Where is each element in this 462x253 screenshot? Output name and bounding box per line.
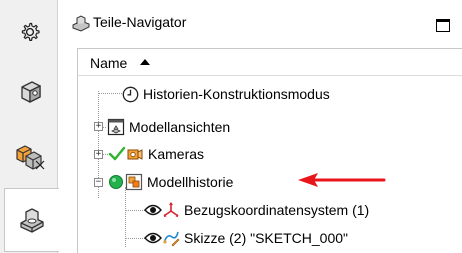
part-navigator-button[interactable] [4, 188, 59, 252]
panel-title: Teile-Navigator [93, 14, 187, 30]
part-navigator-panel: Teile-Navigator Name Historien-Konstrukt… [62, 0, 462, 253]
part-navigator-icon [20, 208, 44, 233]
datum-csys-icon [162, 201, 180, 219]
tree-item-cameras[interactable]: Kameras [108, 142, 204, 166]
tree-item-sketch[interactable]: Skizze (2) "SKETCH_000" [144, 226, 348, 250]
part-cube-icon [21, 81, 41, 104]
expand-icon[interactable]: + [94, 122, 103, 131]
sort-ascending-icon [140, 59, 150, 65]
tree-connector [125, 238, 145, 239]
tree-item-datum-csys[interactable]: Bezugskoordinatensystem (1) [144, 198, 369, 222]
clock-icon [121, 85, 139, 103]
model-views-icon [107, 118, 125, 136]
tree-view[interactable]: Name Historien-Konstruktionsmodus + Mode… [77, 48, 462, 253]
part-navigator-title-icon [72, 15, 90, 32]
panel-titlebar: Teile-Navigator [62, 10, 462, 38]
tree-item-model-history[interactable]: Modellhistorie [107, 170, 233, 194]
tree-item-label: Modellansichten [129, 119, 231, 135]
green-dot-icon [107, 173, 125, 191]
gear-icon [21, 22, 40, 41]
assembly-button[interactable] [10, 136, 50, 176]
tree-connector [125, 210, 145, 211]
column-header-name[interactable]: Name [78, 49, 462, 76]
tree-connector [98, 93, 122, 94]
tree-item-model-views[interactable]: Modellansichten [107, 115, 230, 139]
part-button[interactable] [10, 72, 50, 112]
tree-item-label: Kameras [148, 146, 205, 162]
collapse-icon[interactable]: − [94, 178, 103, 187]
model-history-icon [125, 173, 143, 191]
assembly-icon [16, 145, 45, 170]
tree-item-label: Bezugskoordinatensystem (1) [184, 202, 370, 218]
tree-item-label: Historien-Konstruktionsmodus [143, 86, 330, 102]
maximize-icon[interactable] [436, 19, 450, 32]
tree-item-history-mode[interactable]: Historien-Konstruktionsmodus [121, 82, 330, 106]
camera-icon [126, 145, 144, 163]
resource-bar [0, 0, 59, 253]
annotation-arrow [298, 173, 386, 187]
expand-icon[interactable]: + [94, 150, 103, 159]
sketch-icon [162, 229, 180, 247]
eye-icon[interactable] [144, 229, 162, 247]
column-name-label: Name [90, 55, 128, 71]
checkmark-icon [108, 145, 126, 163]
eye-icon[interactable] [144, 201, 162, 219]
settings-button[interactable] [10, 12, 50, 52]
tree-item-label: Skizze (2) "SKETCH_000" [184, 230, 348, 246]
tree-item-label: Modellhistorie [147, 174, 234, 190]
